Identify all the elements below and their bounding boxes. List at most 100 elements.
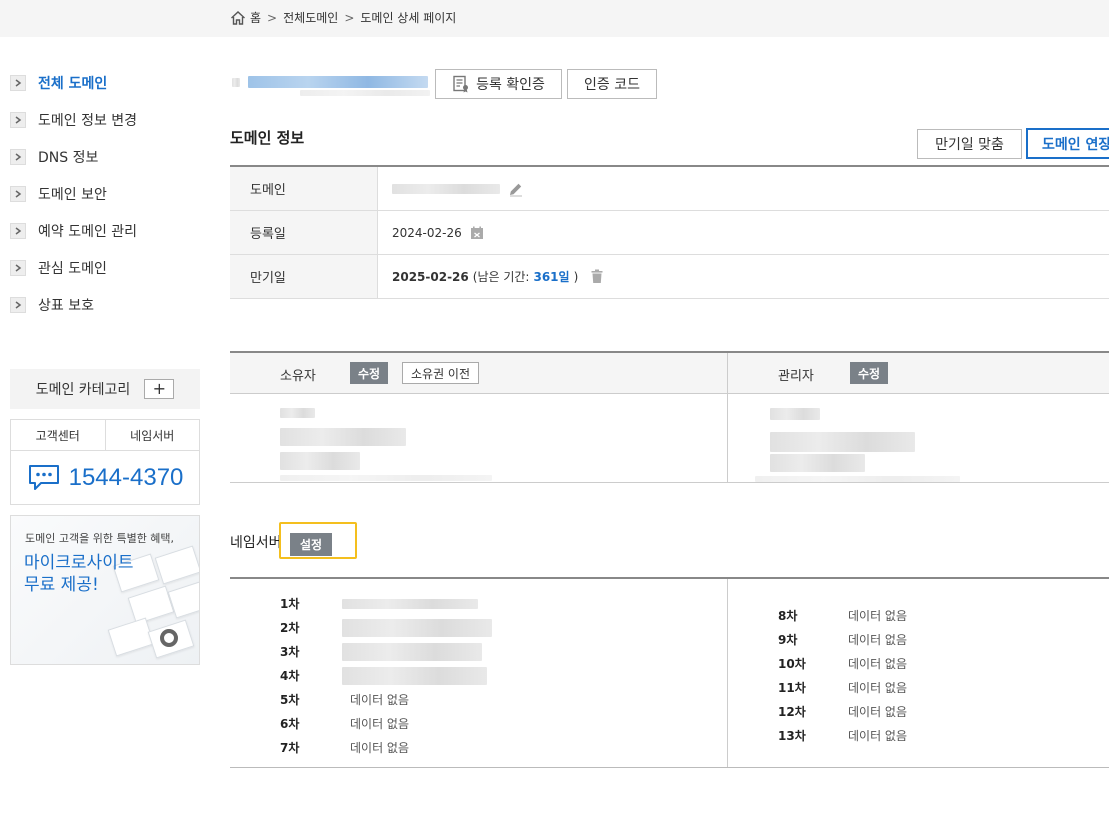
list-item: 5차 데이터 없음 (280, 687, 409, 711)
list-item: 4차 (280, 663, 350, 687)
admin-label: 관리자 (778, 369, 814, 384)
ownership-transfer-button[interactable]: 소유권 이전 (402, 362, 480, 384)
domain-name-redacted (300, 90, 430, 96)
nameserver-order: 13차 (778, 728, 806, 743)
nameserver-value: 데이터 없음 (848, 656, 908, 671)
microsite-promo-banner[interactable]: 도메인 고객을 위한 특별한 혜택, 마이크로사이트 무료 제공! (10, 515, 200, 665)
owner-edit-button[interactable]: 수정 (350, 362, 389, 384)
nameserver-order: 8차 (778, 608, 798, 623)
nameserver-title-row: 네임서버 (230, 532, 282, 552)
list-item: 2차 (280, 615, 350, 639)
promo-title-line2: 무료 제공! (24, 575, 99, 595)
list-item: 9차 데이터 없음 (778, 627, 907, 651)
breadcrumb-separator: > (344, 10, 355, 25)
domain-info-table: 도메인 등록일 2024-02-26 만기일 2025-02-26 (남은 기간… (230, 165, 1109, 299)
chat-bubble-icon (28, 464, 59, 490)
domain-name-redacted (248, 76, 428, 88)
nameserver-value: 데이터 없음 (350, 692, 410, 707)
breadcrumb-home[interactable]: 홈 (250, 9, 261, 26)
list-item: 10차 데이터 없음 (778, 651, 907, 675)
match-expiry-button[interactable]: 만기일 맞춤 (917, 129, 1022, 159)
sidebar-item-reserved-domains[interactable]: 예약 도메인 관리 (10, 212, 200, 249)
breadcrumb-all-domains[interactable]: 전체도메인 (283, 9, 338, 26)
nameserver-order: 10차 (778, 656, 806, 671)
nameserver-order: 3차 (280, 644, 300, 659)
domain-label: 도메인 (230, 167, 378, 210)
chevron-right-icon (10, 222, 26, 239)
remaining-days: 361일 (533, 270, 570, 284)
registered-label: 등록일 (230, 211, 378, 254)
sidebar-item-label: 상표 보호 (38, 297, 94, 314)
calendar-icon[interactable] (470, 226, 484, 240)
nameserver-order: 12차 (778, 704, 806, 719)
chevron-right-icon (10, 111, 26, 128)
sidebar-item-all-domains[interactable]: 전체 도메인 (10, 64, 200, 101)
list-item: 3차 (280, 639, 350, 663)
remaining-prefix: (남은 기간: (472, 270, 530, 284)
extend-domain-label: 도메인 연장 (1042, 136, 1109, 153)
sidebar-item-domain-security[interactable]: 도메인 보안 (10, 175, 200, 212)
extend-domain-button[interactable]: 도메인 연장 (1026, 128, 1109, 159)
expiry-label: 만기일 (230, 255, 378, 298)
nameserver-value-redacted (342, 599, 478, 609)
list-item: 8차 데이터 없음 (778, 603, 907, 627)
nameserver-order: 6차 (280, 716, 300, 731)
certificate-icon (453, 75, 469, 93)
nameserver-value: 데이터 없음 (350, 716, 410, 731)
sidebar-item-dns-info[interactable]: DNS 정보 (10, 138, 200, 175)
column-divider (727, 394, 728, 482)
admin-edit-button[interactable]: 수정 (850, 362, 889, 384)
breadcrumb-current: 도메인 상세 페이지 (360, 11, 457, 25)
promo-title: 마이크로사이트 무료 제공! (24, 552, 133, 596)
table-row: 만기일 2025-02-26 (남은 기간: 361일 ) (230, 255, 1109, 299)
tab-nameserver[interactable]: 네임서버 (106, 420, 200, 450)
list-item: 6차 데이터 없음 (280, 711, 409, 735)
nameserver-value: 데이터 없음 (848, 680, 908, 695)
chevron-right-icon (10, 148, 26, 165)
admin-info-redacted (770, 432, 915, 452)
owner-label: 소유자 (280, 369, 316, 384)
domain-info-title: 도메인 정보 (230, 129, 305, 147)
owner-info-redacted (280, 408, 315, 418)
sidebar-item-label: DNS 정보 (38, 149, 99, 166)
breadcrumb: 홈 > 전체도메인 > 도메인 상세 페이지 (230, 9, 456, 26)
chevron-right-icon (10, 74, 26, 91)
nameserver-value-redacted (342, 619, 492, 637)
sidebar: 전체 도메인 도메인 정보 변경 DNS 정보 도메인 보안 예약 도메인 관리… (10, 64, 200, 323)
home-icon[interactable] (230, 10, 246, 26)
domain-value-redacted (392, 183, 500, 194)
chevron-right-icon (10, 296, 26, 313)
sidebar-item-domain-info-change[interactable]: 도메인 정보 변경 (10, 101, 200, 138)
chevron-right-icon (10, 259, 26, 276)
nameserver-order: 9차 (778, 632, 798, 647)
chevron-right-icon (10, 185, 26, 202)
expiry-date: 2025-02-26 (392, 269, 469, 284)
nameserver-value-redacted (342, 667, 487, 685)
table-row: 등록일 2024-02-26 (230, 211, 1109, 255)
donut-chart-icon (160, 629, 178, 647)
nameserver-order: 4차 (280, 668, 300, 683)
nameserver-value: 데이터 없음 (848, 728, 908, 743)
cs-phone-number: 1544-4370 (68, 463, 184, 491)
promo-title-line1: 마이크로사이트 (24, 553, 134, 573)
nameserver-order: 7차 (280, 740, 300, 755)
list-item: 11차 데이터 없음 (778, 675, 907, 699)
owner-info-redacted (280, 475, 492, 481)
auth-code-button[interactable]: 인증 코드 (567, 69, 657, 99)
list-item: 1차 (280, 591, 350, 615)
add-category-button[interactable]: + (144, 379, 175, 399)
nameserver-value: 데이터 없음 (848, 608, 908, 623)
sidebar-item-trademark-protection[interactable]: 상표 보호 (10, 286, 200, 323)
admin-info-redacted (755, 476, 960, 482)
tab-customer-center[interactable]: 고객센터 (11, 420, 106, 450)
sidebar-item-label: 도메인 보안 (38, 186, 107, 203)
pencil-icon[interactable] (508, 181, 524, 197)
customer-service-box: 고객센터 네임서버 1544-4370 (10, 419, 200, 505)
remaining-suffix: ) (573, 269, 579, 284)
trash-icon[interactable] (590, 269, 604, 284)
domain-category-box: 도메인 카테고리 + (10, 369, 200, 409)
sidebar-item-watchlist-domains[interactable]: 관심 도메인 (10, 249, 200, 286)
registration-certificate-button[interactable]: 등록 확인증 (435, 69, 562, 99)
nameserver-value: 데이터 없음 (848, 632, 908, 647)
owner-info-redacted (280, 428, 406, 446)
